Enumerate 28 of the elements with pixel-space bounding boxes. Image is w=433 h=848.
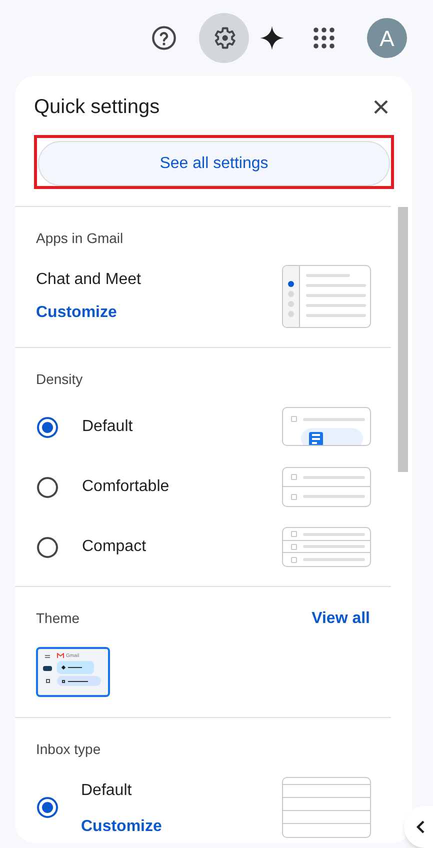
customize-link[interactable]: Customize [81, 815, 162, 839]
radio-button[interactable] [37, 536, 58, 558]
scrollbar-thumb[interactable] [398, 207, 408, 472]
option-label: Default [81, 781, 132, 801]
section-heading: Inbox type [36, 740, 101, 759]
setting-label: Chat and Meet [36, 270, 141, 290]
mail-logo-icon [57, 653, 64, 658]
section-heading: Apps in Gmail [36, 229, 124, 248]
radio-button[interactable] [37, 476, 58, 498]
see-all-settings-button[interactable]: See all settings [38, 141, 390, 186]
view-all-link[interactable]: View all [312, 607, 370, 631]
close-icon[interactable] [373, 99, 389, 115]
avatar[interactable]: A [367, 18, 407, 58]
section-heading: Density [36, 370, 83, 389]
settings-button[interactable] [199, 13, 249, 63]
sparkle-icon[interactable] [259, 25, 285, 51]
option-label: Compact [82, 537, 146, 557]
option-label: Comfortable [82, 477, 170, 497]
customize-link[interactable]: Customize [36, 301, 117, 325]
radio-button[interactable] [37, 797, 58, 818]
panel-title: Quick settings [34, 95, 160, 120]
collapse-button[interactable] [404, 806, 433, 848]
radio-button[interactable] [37, 416, 58, 438]
chevron-left-icon [416, 820, 425, 834]
help-icon[interactable] [151, 25, 177, 51]
apps-grid-icon[interactable] [313, 27, 335, 49]
option-label: Default [82, 417, 133, 437]
section-heading: Theme [36, 609, 80, 628]
